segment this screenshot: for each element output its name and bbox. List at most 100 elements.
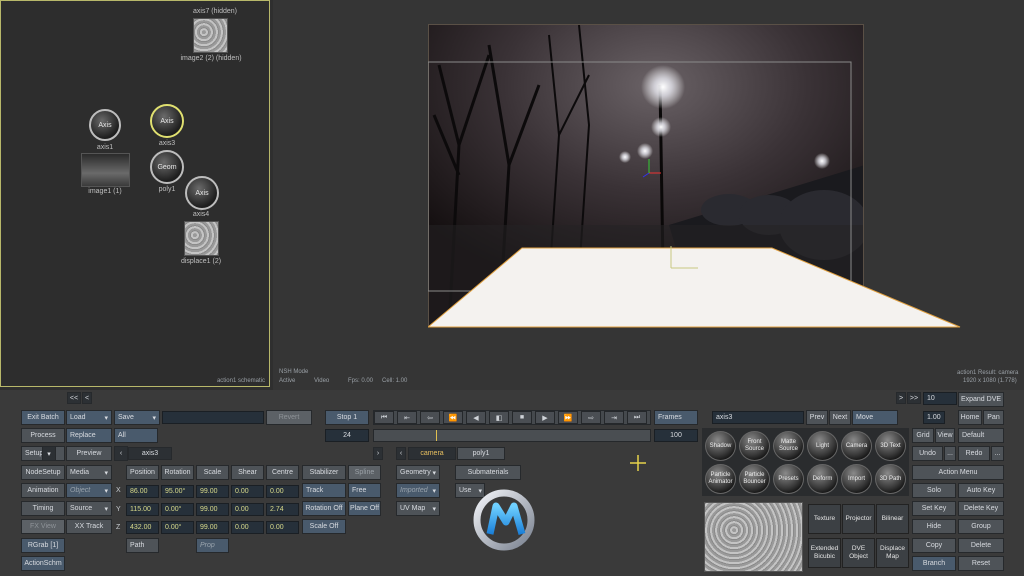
- current-frame-field[interactable]: 24: [325, 429, 369, 442]
- 3d-text-node-button[interactable]: 3D Text: [875, 431, 906, 461]
- replace-button[interactable]: Replace: [66, 428, 112, 443]
- image2-thumbnail[interactable]: [193, 18, 228, 53]
- position-header[interactable]: Position: [126, 465, 159, 480]
- goto-start-icon[interactable]: ⏮: [374, 411, 394, 424]
- xx-track-button[interactable]: XX Track: [66, 519, 112, 534]
- centre-z-field[interactable]: 0.00: [266, 521, 299, 534]
- shadow-node-button[interactable]: Shadow: [705, 431, 736, 461]
- geometry-dropdown[interactable]: Geometry ▾: [396, 465, 440, 480]
- position-x-field[interactable]: 86.00: [126, 485, 159, 498]
- position-y-field[interactable]: 115.00: [126, 503, 159, 516]
- loop-icon[interactable]: ◧: [489, 411, 509, 424]
- tab-scroll-left-icon[interactable]: ›: [373, 447, 383, 460]
- timeline-bar[interactable]: [373, 429, 651, 442]
- geom-node[interactable]: Geom: [150, 150, 184, 184]
- pan-button[interactable]: Pan: [983, 410, 1004, 425]
- frames-button[interactable]: Frames: [654, 410, 698, 425]
- object-name-field[interactable]: axis3: [712, 411, 804, 424]
- 3d-path-node-button[interactable]: 3D Path: [875, 464, 906, 494]
- redo-button[interactable]: Redo: [958, 446, 990, 461]
- reset-button[interactable]: Reset: [958, 556, 1004, 571]
- tab-axis3[interactable]: axis3: [128, 447, 172, 460]
- timeline-cursor[interactable]: [436, 430, 437, 441]
- exit-batch-button[interactable]: Exit Batch: [21, 410, 65, 425]
- matte-source-node-button[interactable]: Matte Source: [773, 431, 804, 461]
- auto-key-button[interactable]: Auto Key: [958, 483, 1004, 498]
- axis1-node[interactable]: Axis: [89, 109, 121, 141]
- animation-button[interactable]: Animation: [21, 483, 65, 498]
- stop-icon[interactable]: ■: [512, 411, 532, 424]
- path-button[interactable]: Path: [126, 538, 159, 553]
- undo-button[interactable]: Undo: [912, 446, 943, 461]
- centre-header[interactable]: Centre: [266, 465, 299, 480]
- default-button[interactable]: Default: [958, 428, 1004, 443]
- expand-dve-button[interactable]: Expand DVE: [958, 392, 1004, 407]
- prev-key-icon[interactable]: ⇤: [397, 411, 417, 424]
- nodesetup-button[interactable]: NodeSetup: [21, 465, 65, 480]
- imported-dropdown[interactable]: Imported ▾: [396, 483, 440, 498]
- end-frame-field[interactable]: 100: [654, 429, 698, 442]
- stabilizer-button[interactable]: Stabilizer: [302, 465, 346, 480]
- overlay-geometry[interactable]: [428, 24, 968, 334]
- dve-object-node-button[interactable]: DVE Object: [842, 538, 875, 568]
- frame-field[interactable]: 10: [923, 392, 957, 405]
- play-reverse-icon[interactable]: ◀: [466, 411, 486, 424]
- extended-bicubic-node-button[interactable]: Extended Bicubic: [808, 538, 841, 568]
- prev-button[interactable]: Prev: [806, 410, 828, 425]
- home-button[interactable]: Home: [958, 410, 982, 425]
- particle-bouncer-node-button[interactable]: Particle Bouncer: [739, 464, 770, 494]
- redo-more-button[interactable]: ...: [991, 446, 1004, 461]
- media-dropdown[interactable]: Media ▾: [66, 465, 112, 480]
- free-button[interactable]: Free: [348, 483, 381, 498]
- group-button[interactable]: Group: [958, 519, 1004, 534]
- uv-map-dropdown[interactable]: UV Map ▾: [396, 501, 440, 516]
- prop-button[interactable]: Prop: [196, 538, 229, 553]
- axis4-node[interactable]: Axis: [185, 176, 219, 210]
- grid-button[interactable]: Grid: [912, 428, 934, 443]
- particle-animator-node-button[interactable]: Particle Animator: [705, 464, 736, 494]
- schematic-panel[interactable]: axis7 (hidden) image2 (2) (hidden) Axis …: [0, 0, 270, 387]
- view-button[interactable]: View: [935, 428, 955, 443]
- branch-button[interactable]: Branch: [912, 556, 956, 571]
- scale-off-button[interactable]: Scale Off: [302, 519, 346, 534]
- shear-y-field[interactable]: 0.00: [231, 503, 264, 516]
- solo-button[interactable]: Solo: [912, 483, 956, 498]
- goto-end-icon[interactable]: ⏭: [627, 411, 647, 424]
- hide-button[interactable]: Hide: [912, 519, 956, 534]
- scale-x-field[interactable]: 99.00: [196, 485, 229, 498]
- track-button[interactable]: Track: [302, 483, 346, 498]
- nav-left2-button[interactable]: <: [82, 392, 92, 404]
- action-schm-button[interactable]: ActionSchm: [21, 556, 65, 571]
- setup-name-field[interactable]: [162, 411, 264, 424]
- nav-left-button[interactable]: <<: [67, 392, 81, 404]
- centre-y-field[interactable]: 2.74: [266, 503, 299, 516]
- move-dropdown[interactable]: Move: [852, 410, 898, 425]
- object-dropdown[interactable]: Object ▾: [66, 483, 112, 498]
- import-node-button[interactable]: Import: [841, 464, 872, 494]
- timing-button[interactable]: Timing: [21, 501, 65, 516]
- axis3-node[interactable]: Axis: [150, 104, 184, 138]
- load-dropdown[interactable]: Load ▾: [66, 410, 112, 425]
- nav-right2-button[interactable]: >>: [907, 392, 921, 404]
- copy-button[interactable]: Copy: [912, 538, 956, 553]
- projector-node-button[interactable]: Projector: [842, 504, 875, 534]
- shear-z-field[interactable]: 0.00: [231, 521, 264, 534]
- position-z-field[interactable]: 432.00: [126, 521, 159, 534]
- rotation-header[interactable]: Rotation: [161, 465, 194, 480]
- rgrab-button[interactable]: RGrab [1]: [21, 538, 65, 553]
- scale-header[interactable]: Scale: [196, 465, 229, 480]
- setup-chevron-icon[interactable]: ▾: [42, 446, 56, 461]
- camera-node-button[interactable]: Camera: [841, 431, 872, 461]
- scale-z-field[interactable]: 99.00: [196, 521, 229, 534]
- revert-button[interactable]: Revert: [266, 410, 312, 425]
- source-dropdown[interactable]: Source ▾: [66, 501, 112, 516]
- bilinear-node-button[interactable]: Bilinear: [876, 504, 909, 534]
- rotation-off-button[interactable]: Rotation Off: [302, 501, 346, 516]
- image1-thumbnail[interactable]: [81, 153, 130, 187]
- spline-button[interactable]: Spline: [348, 465, 381, 480]
- scale-y-field[interactable]: 99.00: [196, 503, 229, 516]
- rewind-icon[interactable]: ⏪: [443, 411, 463, 424]
- nav-right-button[interactable]: >: [896, 392, 906, 404]
- tab-left-icon[interactable]: ‹: [114, 446, 128, 461]
- front-source-node-button[interactable]: Front Source: [739, 431, 770, 461]
